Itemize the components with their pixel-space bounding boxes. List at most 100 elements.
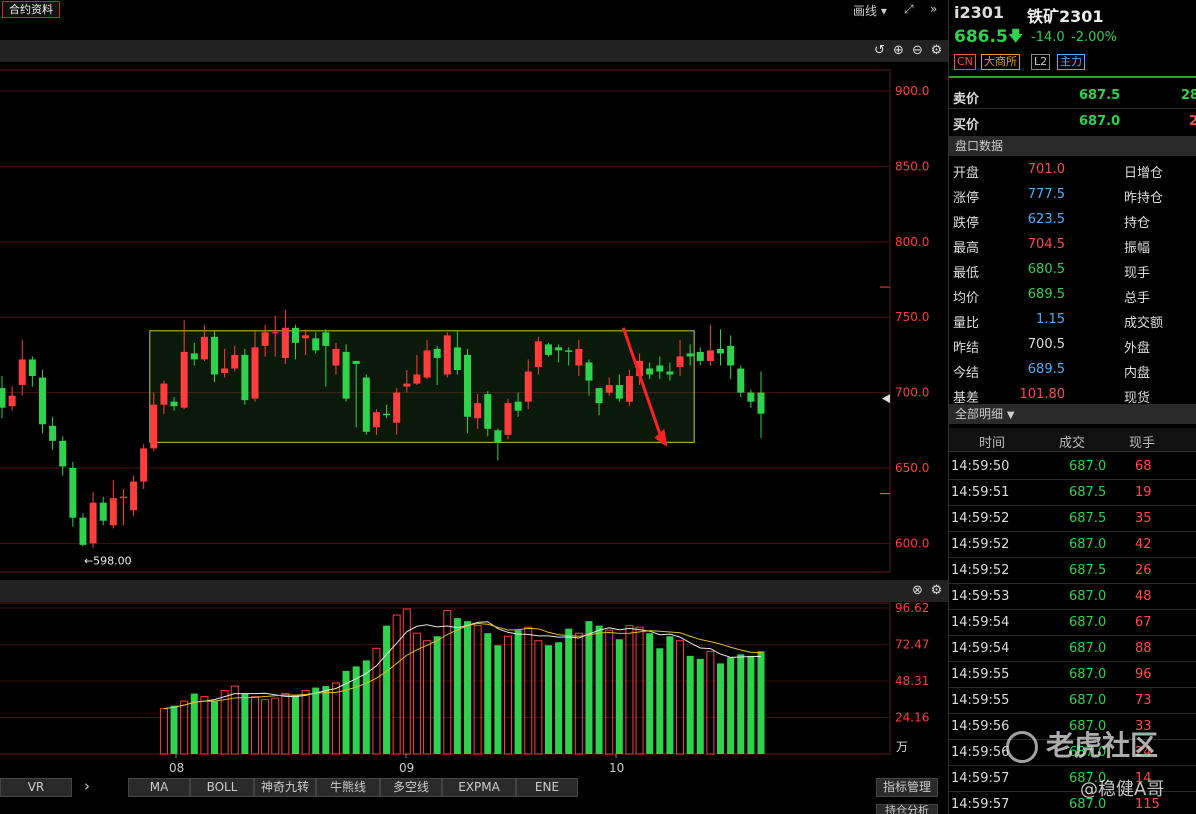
trade-price: 687.5 (1069, 511, 1107, 526)
volume-bar (696, 658, 704, 754)
candle-body (362, 377, 370, 432)
trade-row: 14:59:52 687.5 26 (949, 558, 1196, 584)
trade-volume: 88 (1135, 641, 1152, 656)
trade-time: 14:59:57 (951, 771, 1010, 786)
candle-body (211, 336, 219, 375)
stat-row: 今结 689.5 内盘 (949, 358, 1196, 383)
candle-body (332, 348, 340, 366)
candle-body (524, 371, 532, 402)
tab-ene[interactable]: ENE (516, 778, 578, 797)
candle-body (281, 327, 289, 358)
trade-time: 14:59:52 (951, 511, 1010, 526)
candle-body (747, 392, 755, 402)
down-arrow-icon: 🡇 (1008, 27, 1024, 45)
volume-tick-label: 48.31 (895, 674, 929, 688)
candle-body (453, 347, 461, 370)
candle-body (231, 354, 239, 369)
tag-main[interactable]: 主力 (1057, 54, 1085, 70)
candle-body (119, 496, 127, 499)
candle-body (514, 401, 522, 411)
stat-label-right: 日增仓 (1124, 166, 1164, 181)
trade-time: 14:59:52 (951, 537, 1010, 552)
tab-long-short[interactable]: 多空线 (380, 778, 442, 797)
stat-label: 最低 (953, 266, 980, 281)
volume-bar (574, 632, 583, 755)
tab-ma[interactable]: MA (128, 778, 190, 797)
price-tick-label: 650.0 (895, 461, 929, 475)
chevron-right-icon[interactable]: › (76, 778, 98, 797)
candle-body (89, 502, 97, 544)
col-volume: 现手 (1129, 436, 1156, 451)
candle-body (565, 350, 573, 352)
bid-label: 买价 (953, 118, 980, 133)
tag-exchange[interactable]: 大商所 (981, 54, 1020, 70)
tag-cn[interactable]: CN (954, 54, 976, 70)
tab-magic-nine[interactable]: 神奇九转 (254, 778, 316, 797)
stat-value: 701.0 (1027, 162, 1065, 177)
candle-body (190, 353, 198, 360)
candle-body (352, 360, 360, 364)
candle-body (585, 362, 593, 381)
ask-row: 卖价 687.5 28 (949, 84, 1196, 109)
stat-value: 700.5 (1027, 337, 1065, 352)
volume-bar (615, 639, 623, 754)
tab-vr[interactable]: VR (0, 778, 72, 797)
trade-volume: 67 (1135, 615, 1152, 630)
price-change-pct: -2.00% (1071, 30, 1117, 45)
stat-row: 均价 689.5 总手 (949, 283, 1196, 308)
stat-row: 最低 680.5 现手 (949, 258, 1196, 283)
candle-body (706, 350, 714, 361)
x-tick-label: 10 (609, 761, 624, 775)
candle-body (38, 377, 46, 425)
volume-bar (565, 628, 573, 754)
volume-tick-label: 96.62 (895, 601, 929, 615)
ask-label: 卖价 (953, 92, 980, 107)
low-price-label: ←598.00 (84, 554, 132, 567)
kline-chart[interactable]: 900.0 850.0 800.0 750.0 700.0 650.0 600.0 ←598.… (0, 0, 948, 814)
tag-l2[interactable]: L2 (1031, 54, 1051, 70)
stat-label: 今结 (953, 366, 980, 381)
volume-bar (211, 701, 219, 754)
volume-bar (484, 633, 492, 754)
candle-body (757, 392, 765, 414)
stat-label-right: 总手 (1124, 291, 1151, 306)
indicator-manage-button[interactable]: 指标管理 (876, 778, 938, 797)
volume-bar (200, 696, 209, 755)
stat-value: 623.5 (1027, 212, 1065, 227)
candle-body (615, 385, 623, 399)
volume-unit: 万 (896, 740, 908, 754)
trade-time: 14:59:53 (951, 589, 1010, 604)
volume-bar (271, 697, 280, 755)
trade-row: 14:59:53 687.0 48 (949, 584, 1196, 610)
volume-bar (159, 708, 168, 755)
detail-title[interactable]: 全部明细 ▼ (949, 404, 1196, 424)
position-analysis-button[interactable]: 持仓分析 (876, 804, 938, 814)
volume-tick-label: 72.47 (895, 638, 929, 652)
volume-bar (747, 655, 755, 754)
stat-label: 开盘 (953, 166, 980, 181)
tab-bull-bear[interactable]: 牛熊线 (316, 778, 380, 797)
candle-body (474, 403, 482, 419)
volume-bar (757, 651, 765, 754)
stat-row: 最高 704.5 振幅 (949, 233, 1196, 258)
volume-bar (372, 647, 381, 755)
app-window: 合约资料 画线 ▾ ⤢ » ↺ ⊕ ⊖ ⚙ ⊗ ⚙ 900.0 850.0 800.… (0, 0, 1196, 814)
trade-price: 687.0 (1069, 615, 1107, 630)
volume-bar (251, 696, 259, 755)
volume-bar (555, 642, 563, 754)
tab-boll[interactable]: BOLL (190, 778, 254, 797)
volume-bar (544, 645, 552, 754)
trade-row: 14:59:50 687.0 68 (949, 454, 1196, 480)
trade-price: 687.0 (1069, 589, 1107, 604)
indicator-tab-bar: VR › MA BOLL 神奇九转 牛熊线 多空线 EXPMA ENE 指标管理… (0, 776, 948, 814)
stat-value: 689.5 (1027, 362, 1065, 377)
candle-body (383, 413, 391, 416)
ask-volume: 28 (1181, 88, 1196, 103)
candle-body (443, 335, 451, 375)
volume-bar (605, 629, 614, 755)
x-tick-label: 08 (169, 761, 184, 775)
candle-body (59, 440, 67, 467)
tab-expma[interactable]: EXPMA (442, 778, 516, 797)
trade-volume: 26 (1135, 563, 1152, 578)
detail-header: 时间 成交 现手 (949, 428, 1196, 452)
